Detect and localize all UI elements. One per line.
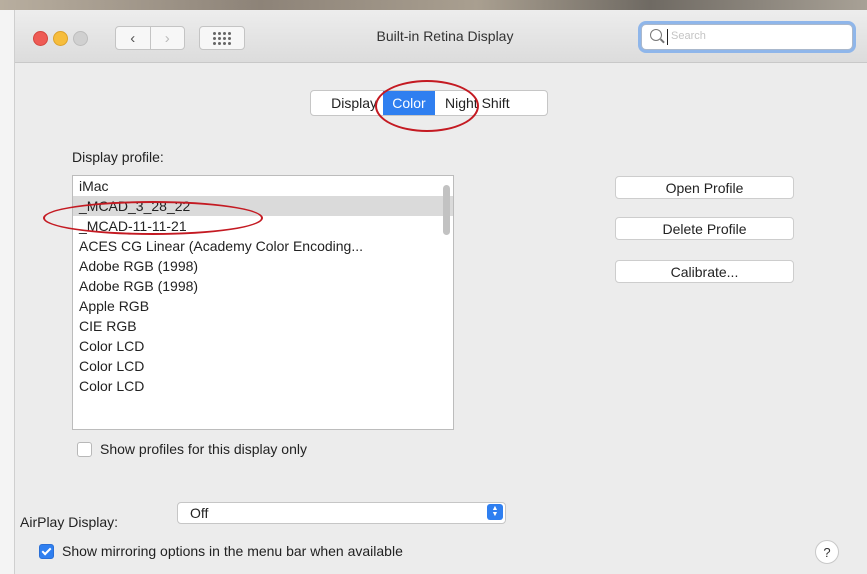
question-mark-icon: ?	[823, 544, 831, 560]
list-item[interactable]: Adobe RGB (1998)	[73, 276, 453, 296]
grid-icon	[213, 31, 231, 45]
chevron-right-icon: ›	[164, 29, 170, 47]
list-item[interactable]: CIE RGB	[73, 316, 453, 336]
chevron-left-icon: ‹	[130, 29, 136, 47]
mirroring-label: Show mirroring options in the menu bar w…	[62, 543, 403, 559]
calibrate-button[interactable]: Calibrate...	[615, 260, 794, 283]
list-item[interactable]: Apple RGB	[73, 296, 453, 316]
list-item[interactable]: Adobe RGB (1998)	[73, 256, 453, 276]
tab-bar: Display Color Night Shift	[310, 90, 548, 116]
open-profile-button[interactable]: Open Profile	[615, 176, 794, 199]
mirroring-row[interactable]: Show mirroring options in the menu bar w…	[39, 543, 403, 559]
window-title: Built-in Retina Display	[376, 28, 514, 44]
list-item-selected[interactable]: _MCAD_3_28_22	[73, 196, 453, 216]
forward-button[interactable]: ›	[149, 27, 185, 49]
scrollbar[interactable]	[443, 185, 450, 235]
list-item[interactable]: iMac	[73, 176, 453, 196]
title-bar: ‹ › Built-in Retina Display Search	[15, 10, 867, 63]
airplay-popup[interactable]: Off ▲ ▼	[177, 502, 506, 524]
search-placeholder: Search	[671, 30, 706, 42]
show-profiles-label: Show profiles for this display only	[100, 441, 307, 457]
profile-list[interactable]: iMac _MCAD_3_28_22 _MCAD-11-11-21 ACES C…	[72, 175, 454, 430]
list-item[interactable]: Color LCD	[73, 336, 453, 356]
search-field[interactable]: Search	[641, 24, 853, 50]
mirroring-checkbox[interactable]	[39, 543, 54, 559]
list-item[interactable]: _MCAD-11-11-21	[73, 216, 453, 236]
delete-profile-button[interactable]: Delete Profile	[615, 217, 794, 240]
airplay-value: Off	[190, 505, 209, 521]
list-item[interactable]: ACES CG Linear (Academy Color Encoding..…	[73, 236, 453, 256]
text-cursor	[667, 29, 668, 45]
desktop-background	[0, 0, 867, 10]
close-button[interactable]	[33, 31, 48, 46]
popup-arrows-icon: ▲ ▼	[487, 504, 503, 520]
show-profiles-checkbox[interactable]	[77, 441, 92, 457]
tab-color[interactable]: Color	[383, 91, 435, 115]
nav-button-group: ‹ ›	[115, 26, 185, 50]
back-button[interactable]: ‹	[116, 27, 150, 49]
minimize-button[interactable]	[53, 31, 68, 46]
list-item[interactable]: Color LCD	[73, 376, 453, 396]
help-button[interactable]: ?	[815, 540, 839, 564]
tab-display[interactable]: Display	[311, 91, 383, 115]
show-all-button[interactable]	[199, 26, 245, 50]
list-item[interactable]: Color LCD	[73, 356, 453, 376]
search-icon	[650, 29, 662, 41]
airplay-label: AirPlay Display:	[20, 514, 119, 530]
background-window-edge	[0, 10, 14, 574]
show-profiles-row[interactable]: Show profiles for this display only	[77, 441, 307, 457]
tab-night-shift[interactable]: Night Shift	[435, 91, 547, 115]
display-profile-label: Display profile:	[72, 149, 164, 165]
display-preferences-window: ‹ › Built-in Retina Display Search Displ…	[14, 10, 867, 574]
zoom-button[interactable]	[73, 31, 88, 46]
